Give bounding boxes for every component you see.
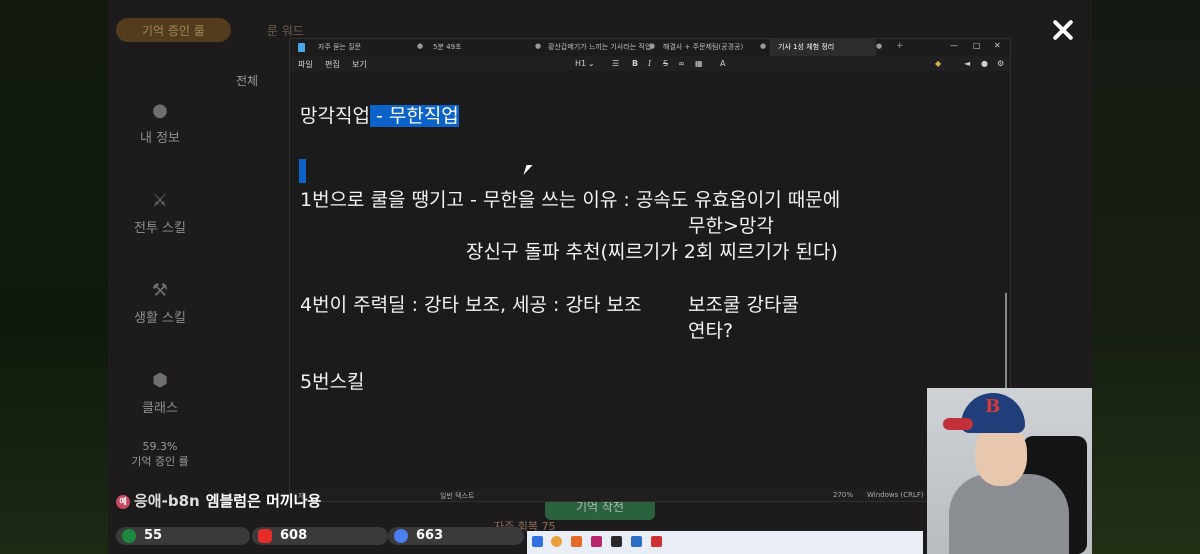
app-icon[interactable]	[571, 536, 582, 547]
sword-icon: ⚔	[151, 190, 169, 211]
axe-icon: ⚒	[151, 280, 169, 301]
notepad-app-icon	[298, 43, 305, 52]
tab-dot-icon: ●	[760, 42, 767, 50]
tab-dot-icon: ●	[649, 42, 656, 50]
person-icon: ●	[152, 100, 168, 121]
editor-line-7: 5번스킬	[300, 371, 365, 393]
app-icon[interactable]	[611, 536, 622, 547]
editor-line-3: 무한>망각	[688, 215, 774, 237]
heading-dropdown[interactable]: H1	[575, 59, 586, 68]
chat-username: 응애-b8n	[134, 492, 200, 510]
account-icon[interactable]: ●	[981, 59, 988, 68]
editor-line-1: 망각직업 - 무한직업	[300, 105, 459, 127]
copilot-icon[interactable]: ◆	[935, 59, 941, 68]
game-progress: 59.3% 기억 증인 률	[131, 440, 189, 468]
maximize-icon[interactable]: □	[973, 41, 981, 50]
text-selection-caret	[299, 159, 306, 183]
clear-format-button[interactable]: A	[720, 59, 725, 68]
tab-faq[interactable]: 자주 묻는 질문	[318, 42, 361, 52]
editor-area[interactable]: 망각직업 - 무한직업 1번으로 쿨을 땡기고 - 무한을 쓰는 이유 : 공속…	[290, 71, 1010, 489]
strikethrough-button[interactable]: S	[663, 59, 668, 68]
status-line-ending: Windows (CRLF)	[867, 491, 924, 499]
streamer-face	[975, 424, 1027, 486]
hexagon-icon: ⬢	[152, 370, 168, 391]
menu-edit[interactable]: 편집	[325, 59, 340, 70]
minimize-icon[interactable]: —	[950, 41, 958, 50]
left-backdrop	[0, 0, 108, 554]
link-icon[interactable]: ∞	[678, 59, 685, 68]
new-tab-icon[interactable]: +	[896, 41, 904, 51]
editor-line-6: 연타?	[688, 320, 734, 342]
youtube-icon	[258, 529, 272, 543]
game-tab-memory[interactable]: 기억 증인 룰	[116, 18, 231, 42]
chat-message: 예 응애-b8n 엠블럼은 머끼나용	[116, 490, 321, 511]
tab-dot-icon: ●	[535, 42, 542, 50]
bold-button[interactable]: B	[632, 59, 638, 68]
game-nav-my-info[interactable]: ● 내 정보	[120, 100, 200, 146]
viewer-counter-chzzk: 55	[116, 527, 250, 545]
chzzk-icon	[122, 529, 136, 543]
window-close-icon[interactable]: ✕	[994, 41, 1001, 50]
game-nav-life-skill[interactable]: ⚒ 생활 스킬	[120, 280, 200, 326]
game-filter-all[interactable]: 전체	[236, 72, 258, 89]
megaphone-icon[interactable]: ◄	[964, 59, 970, 68]
viewer-counter-wave: 663	[388, 527, 524, 545]
status-bar: 자 일반 텍스트 270% Windows (CRLF)	[290, 489, 1010, 501]
menu-view[interactable]: 보기	[352, 59, 367, 70]
status-zoom: 270%	[833, 491, 854, 499]
tab-dot-icon: ●	[876, 42, 883, 50]
editor-line-4: 장신구 돌파 추천(찌르기가 2회 찌르기가 된다)	[466, 241, 838, 263]
editor-line-5: 4번이 주력딜 : 강타 보조, 세공 : 강타 보조	[300, 294, 642, 316]
app-icon[interactable]	[651, 536, 662, 547]
tab-solver[interactable]: 해결사 + 주문제팀(공경공)	[663, 42, 743, 52]
selected-text: - 무한직업	[369, 105, 459, 127]
windows-taskbar	[527, 531, 923, 554]
chevron-down-icon: ⌄	[588, 59, 595, 68]
game-nav-class[interactable]: ⬢ 클래스	[120, 370, 200, 416]
editor-line-5-note: 보조쿨 강타쿨	[688, 294, 799, 316]
notepad-taskbar-icon[interactable]	[631, 536, 642, 547]
notepad-window: 자주 묻는 질문 ● 5분 49초 ● 황산갑메기가 느끼는 기사라는 직업 ●…	[289, 38, 1011, 502]
menu-bar: 파일 편집 보기 H1 ⌄ ☰ B I S ∞ ▦ A ◆ ◄ ● ⚙	[290, 56, 1010, 71]
streamer-hoodie	[949, 474, 1069, 554]
tab-knight-job[interactable]: 황산갑메기가 느끼는 기사라는 직업	[548, 42, 651, 52]
cap-logo-icon: B	[985, 396, 1001, 417]
game-nav-combat-skill[interactable]: ⚔ 전투 스킬	[120, 190, 200, 236]
chat-badge: 예	[116, 494, 130, 509]
tab-dot-icon: ●	[417, 42, 424, 50]
chat-text: 엠블럼은 머끼나용	[205, 492, 322, 510]
menu-file[interactable]: 파일	[298, 59, 313, 70]
table-icon[interactable]: ▦	[695, 59, 703, 68]
tab-time[interactable]: 5분 49초	[433, 42, 461, 52]
app-icon[interactable]	[591, 536, 602, 547]
list-icon[interactable]: ☰	[612, 59, 619, 68]
start-icon[interactable]	[532, 536, 543, 547]
right-backdrop	[1092, 0, 1200, 554]
tab-knight-summary[interactable]: 기사 1성 체험 정리	[778, 42, 834, 52]
close-icon[interactable]	[1048, 15, 1078, 45]
settings-gear-icon[interactable]: ⚙	[997, 59, 1004, 68]
editor-line-2: 1번으로 쿨을 땡기고 - 무한을 쓰는 이유 : 공속도 유효옵이기 때문에	[300, 189, 841, 211]
mouse-cursor-icon	[523, 165, 533, 175]
chrome-icon[interactable]	[551, 536, 562, 547]
wave-icon	[394, 529, 408, 543]
webcam-feed: B	[927, 388, 1092, 554]
viewer-counter-youtube: 608	[252, 527, 388, 545]
italic-button[interactable]: I	[648, 59, 651, 68]
status-text-type: 일반 텍스트	[440, 492, 475, 500]
tab-bar: 자주 묻는 질문 ● 5분 49초 ● 황산갑메기가 느끼는 기사라는 직업 ●…	[290, 39, 1010, 56]
cap-brim	[943, 418, 973, 430]
